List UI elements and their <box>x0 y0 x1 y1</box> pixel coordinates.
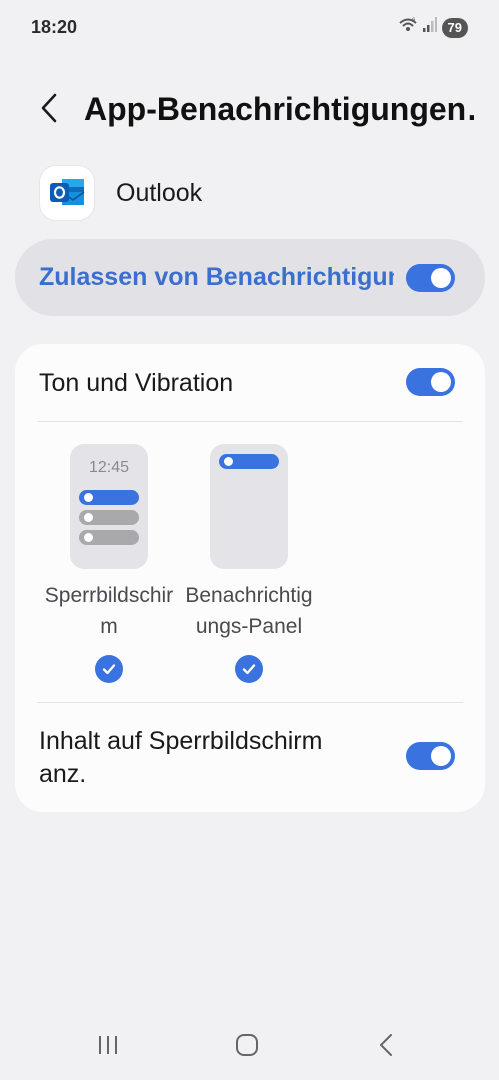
app-name: Outlook <box>116 178 203 207</box>
status-icons: 6 79 <box>398 16 468 39</box>
lockscreen-content-row[interactable]: Inhalt auf Sperrbildschirm anz. <box>15 703 485 812</box>
home-button[interactable] <box>227 1030 267 1064</box>
status-bar: 18:20 6 79 <box>0 0 499 54</box>
header: App-Benachrichtigungen… <box>0 85 499 135</box>
check-icon <box>235 655 263 683</box>
page-title: App-Benachrichtigungen… <box>84 91 474 127</box>
lockscreen-content-label: Inhalt auf Sperrbildschirm anz. <box>39 727 323 788</box>
preview-notification <box>79 490 139 505</box>
style-option-label: Sperrbildschirm <box>44 584 174 638</box>
sound-vibration-toggle[interactable] <box>406 368 455 396</box>
preview-notification <box>219 454 279 469</box>
sound-vibration-label: Ton und Vibration <box>39 369 234 397</box>
preview-time: 12:45 <box>88 459 130 476</box>
allow-notifications-label: Zulassen von Benachrichtigungen <box>39 263 394 291</box>
app-row: Outlook <box>40 166 202 220</box>
preview-notification <box>79 530 139 545</box>
nav-back-button[interactable] <box>366 1030 406 1064</box>
style-option-lockscreen[interactable]: 12:45 Sperrbildschirm <box>35 444 185 689</box>
recents-icon <box>97 1034 119 1061</box>
allow-notifications-toggle[interactable] <box>406 264 455 292</box>
notification-settings-card: Ton und Vibration 12:45 Sperrbildschirm … <box>15 344 485 812</box>
back-icon <box>378 1033 394 1062</box>
style-option-panel[interactable]: Benachrichtigungs-Panel <box>175 444 325 689</box>
recents-button[interactable] <box>88 1030 128 1064</box>
lockscreen-content-toggle[interactable] <box>406 742 455 770</box>
toggle-knob <box>431 268 451 288</box>
toggle-knob <box>431 372 451 392</box>
check-icon <box>95 655 123 683</box>
allow-notifications-row[interactable]: Zulassen von Benachrichtigungen <box>15 239 485 316</box>
status-time: 18:20 <box>31 17 78 37</box>
toggle-knob <box>431 746 451 766</box>
navigation-bar <box>0 1020 499 1074</box>
preview-notification <box>79 510 139 525</box>
divider <box>37 421 463 422</box>
outlook-icon <box>40 166 94 220</box>
back-button[interactable] <box>34 93 64 127</box>
sound-vibration-row[interactable]: Ton und Vibration <box>15 344 485 422</box>
lockscreen-preview: 12:45 <box>70 444 148 569</box>
style-option-label: Benachrichtigungs-Panel <box>185 584 313 638</box>
panel-preview <box>210 444 288 569</box>
battery-badge: 79 <box>441 17 468 38</box>
home-icon <box>235 1033 259 1062</box>
signal-icon <box>422 17 437 38</box>
wifi-icon: 6 <box>398 16 418 39</box>
chevron-left-icon <box>40 93 58 128</box>
